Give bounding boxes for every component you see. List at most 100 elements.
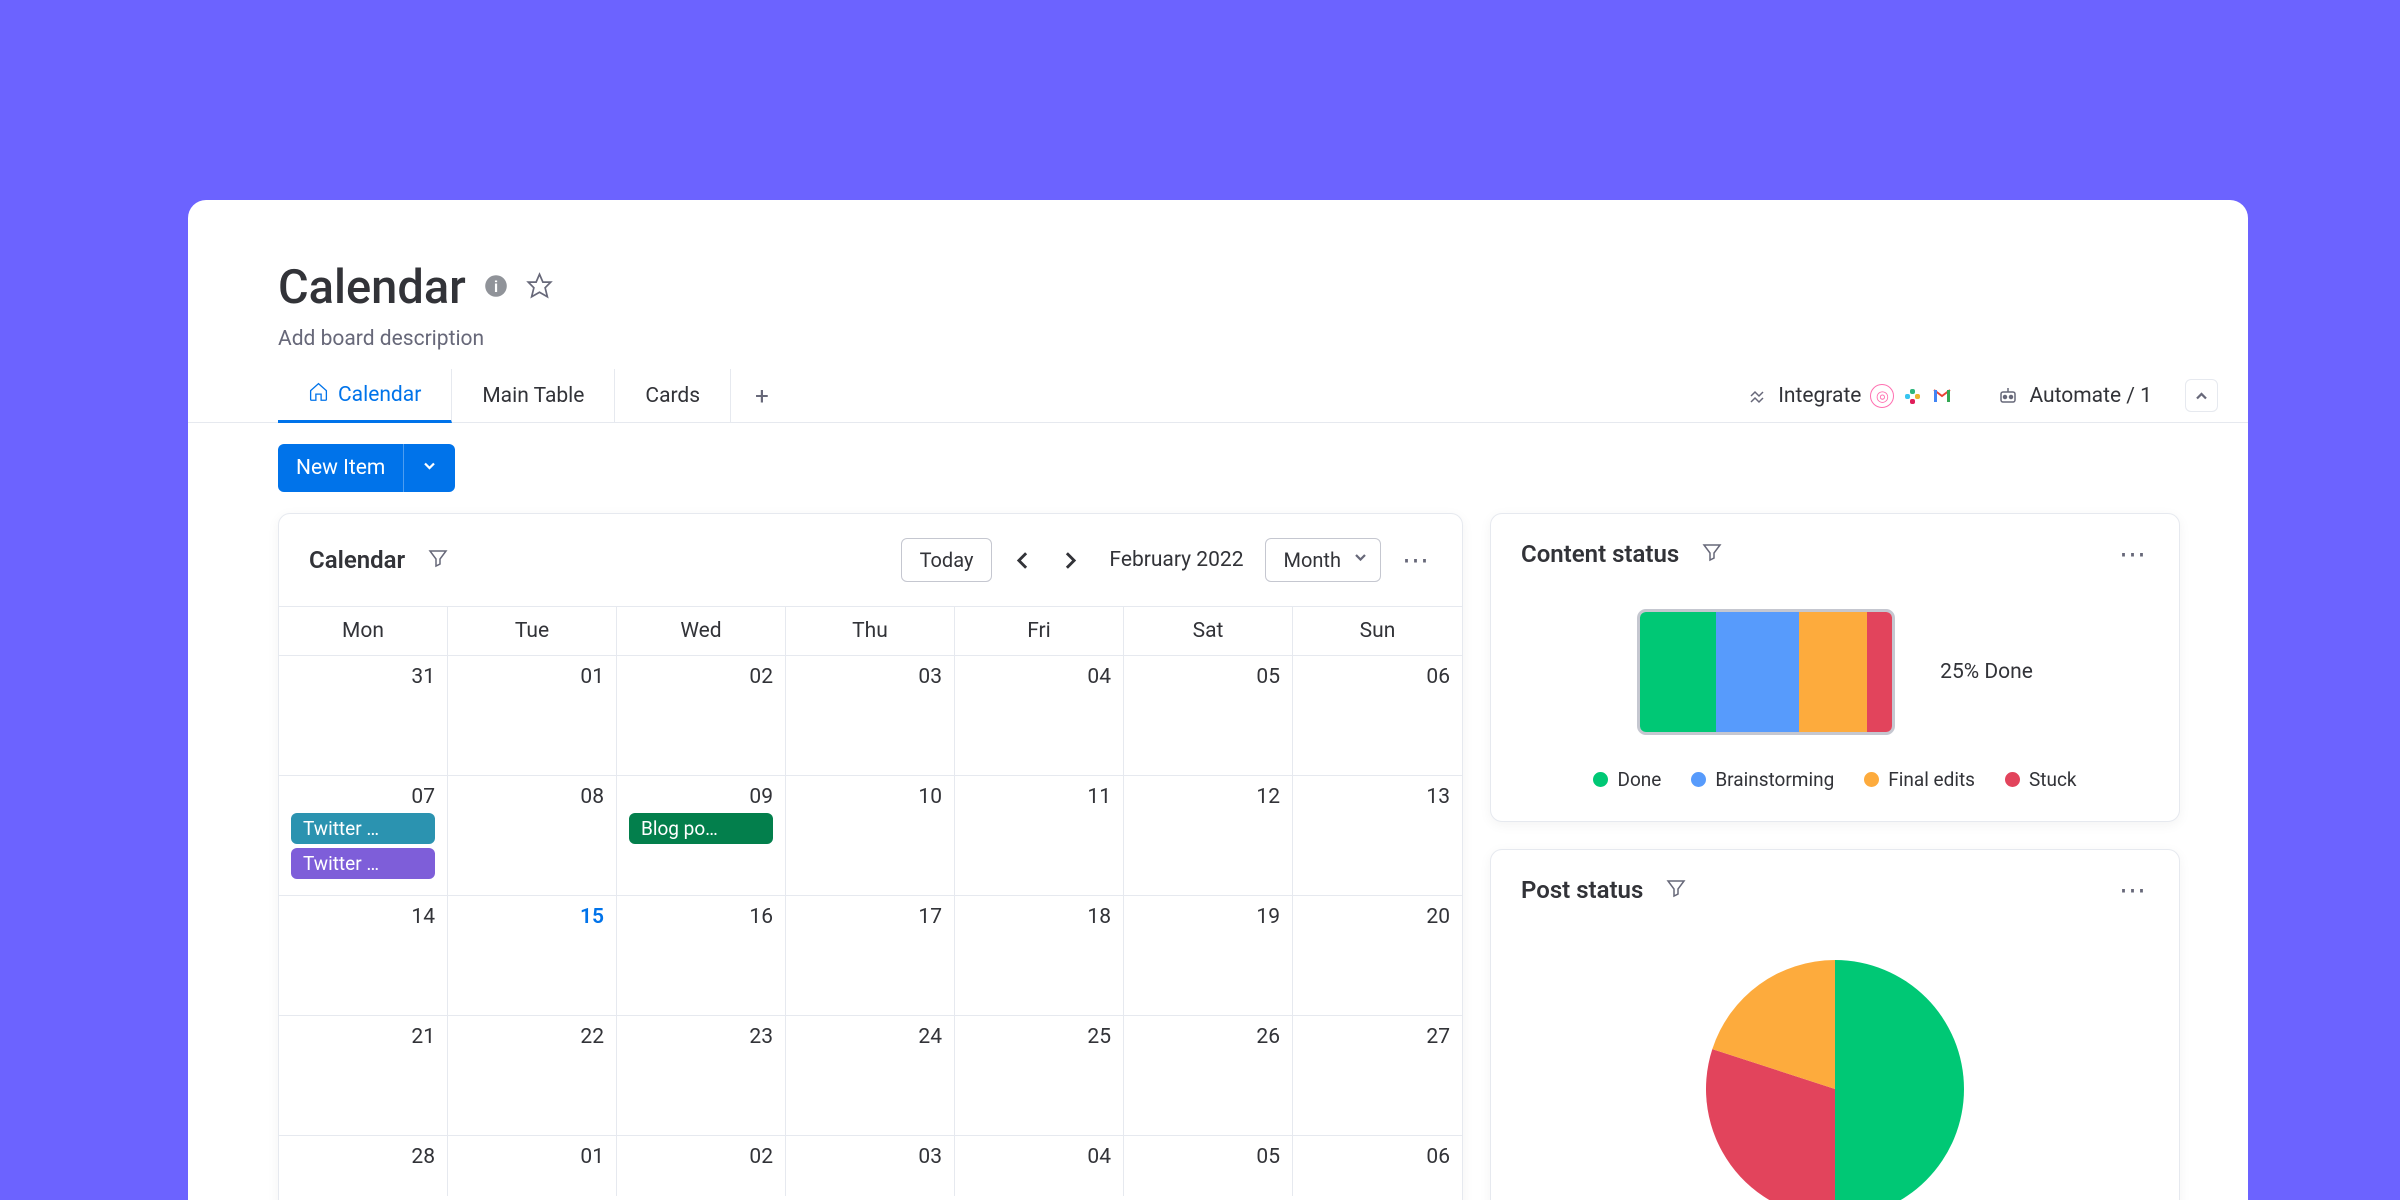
day-cell[interactable]: 15 [448,896,617,1015]
day-cell[interactable]: 14 [279,896,448,1015]
day-number: 27 [1305,1025,1450,1049]
calendar-event[interactable]: Blog po… [629,813,773,844]
battery-segment [1799,612,1867,732]
day-cell[interactable]: 13 [1293,776,1462,895]
page-title: Calendar [278,260,466,315]
battery-segment [1867,612,1892,732]
automate-button[interactable]: Automate / 1 [1987,384,2161,408]
day-cell[interactable]: 18 [955,896,1124,1015]
view-select-label: Month [1284,548,1341,572]
tab-calendar[interactable]: Calendar [278,369,452,423]
filter-icon[interactable] [1700,540,1724,568]
day-number: 18 [967,905,1111,929]
add-tab-button[interactable]: + [731,370,793,422]
day-cell[interactable]: 31 [279,656,448,775]
day-cell[interactable]: 11 [955,776,1124,895]
day-number: 02 [629,1145,773,1169]
battery-segment [1640,612,1716,732]
legend-item: Stuck [2005,768,2077,791]
day-cell[interactable]: 05 [1124,656,1293,775]
calendar-event[interactable]: Twitter … [291,813,435,844]
day-number: 21 [291,1025,435,1049]
day-cell[interactable]: 06 [1293,1136,1462,1196]
day-cell[interactable]: 08 [448,776,617,895]
info-icon[interactable]: i [484,274,508,302]
tab-cards[interactable]: Cards [615,369,731,422]
day-header: Wed [617,607,786,655]
tab-main-table[interactable]: Main Table [452,369,615,422]
day-cell[interactable]: 05 [1124,1136,1293,1196]
star-icon[interactable] [526,272,553,303]
day-cell[interactable]: 04 [955,656,1124,775]
collapse-button[interactable] [2185,379,2218,412]
post-status-title: Post status [1521,876,1643,904]
day-cell[interactable]: 19 [1124,896,1293,1015]
day-number: 31 [291,665,435,689]
day-cell[interactable]: 10 [786,776,955,895]
post-status-more-button[interactable]: ⋯ [2119,874,2149,906]
integration-icons: ◎ [1870,384,1954,408]
next-month-button[interactable] [1052,542,1088,578]
robot-icon [1996,384,2020,408]
new-item-chevron[interactable] [403,444,455,492]
day-cell[interactable]: 03 [786,1136,955,1196]
day-cell[interactable]: 02 [617,1136,786,1196]
day-number: 01 [460,665,604,689]
day-cell[interactable]: 26 [1124,1016,1293,1135]
integrate-button[interactable]: Integrate ◎ [1736,384,1963,408]
day-number: 20 [1305,905,1450,929]
battery-summary: 25% Done [1940,660,2033,684]
day-cell[interactable]: 12 [1124,776,1293,895]
day-cell[interactable]: 04 [955,1136,1124,1196]
day-cell[interactable]: 01 [448,1136,617,1196]
content-status-title: Content status [1521,540,1679,568]
tab-label: Main Table [482,384,584,408]
filter-icon[interactable] [1664,876,1688,904]
day-number: 25 [967,1025,1111,1049]
day-cell[interactable]: 21 [279,1016,448,1135]
day-cell[interactable]: 24 [786,1016,955,1135]
day-cell[interactable]: 07Twitter …Twitter … [279,776,448,895]
today-button[interactable]: Today [901,538,993,582]
calendar-controls: Today February 2022 Month ⋯ [471,538,1432,582]
day-cell[interactable]: 17 [786,896,955,1015]
calendar-event[interactable]: Twitter … [291,848,435,879]
day-cell[interactable]: 20 [1293,896,1462,1015]
filter-icon[interactable] [426,546,450,574]
calendar-more-button[interactable]: ⋯ [1402,544,1432,576]
day-number: 19 [1136,905,1280,929]
legend-dot [1593,772,1608,787]
day-cell[interactable]: 28 [279,1136,448,1196]
day-cell[interactable]: 27 [1293,1016,1462,1135]
right-actions: Integrate ◎ Automate / 1 [1736,379,2218,412]
day-cell[interactable]: 09Blog po… [617,776,786,895]
day-cell[interactable]: 22 [448,1016,617,1135]
board-description[interactable]: Add board description [188,321,2248,369]
day-cell[interactable]: 06 [1293,656,1462,775]
content-status-more-button[interactable]: ⋯ [2119,538,2149,570]
post-status-panel: Post status ⋯ [1490,849,2180,1200]
new-item-button[interactable]: New Item [278,444,455,492]
day-header: Sat [1124,607,1293,655]
prev-month-button[interactable] [1004,542,1040,578]
content-status-legend: DoneBrainstormingFinal editsStuck [1491,759,2179,821]
day-cell[interactable]: 01 [448,656,617,775]
day-number: 16 [629,905,773,929]
day-cell[interactable]: 03 [786,656,955,775]
day-cell[interactable]: 16 [617,896,786,1015]
day-number: 15 [460,905,604,929]
day-cell[interactable]: 02 [617,656,786,775]
chevron-right-icon [1064,550,1077,571]
day-cell[interactable]: 23 [617,1016,786,1135]
calendar-panel-title: Calendar [309,546,405,574]
pie-chart [1491,930,2179,1200]
day-header: Sun [1293,607,1462,655]
legend-label: Final edits [1888,768,1975,791]
legend-item: Done [1593,768,1661,791]
day-number: 08 [460,785,604,809]
day-number: 26 [1136,1025,1280,1049]
view-select[interactable]: Month [1265,538,1381,582]
day-number: 11 [967,785,1111,809]
integration-icon-1: ◎ [1870,384,1894,408]
day-cell[interactable]: 25 [955,1016,1124,1135]
